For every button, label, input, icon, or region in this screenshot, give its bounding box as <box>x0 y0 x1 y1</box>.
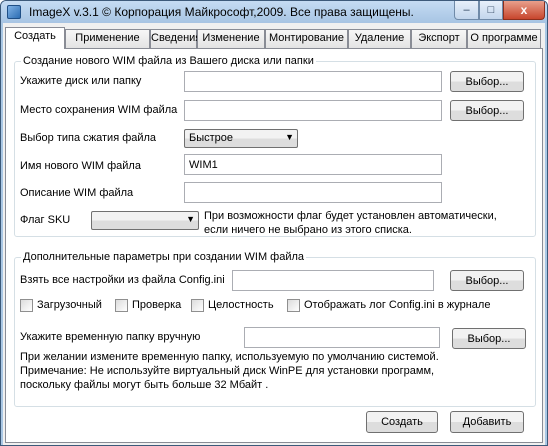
title-bar[interactable]: ImageX v.3.1 © Корпорация Майкрософт,200… <box>1 1 547 23</box>
temp-note-line-3: поскольку файлы могут быть больше 32 Мба… <box>20 379 269 391</box>
compression-value: Быстрое <box>189 132 234 144</box>
verify-checkbox-label: Проверка <box>132 299 182 311</box>
close-button[interactable]: x <box>503 1 545 20</box>
temp-folder-label: Укажите временную папку вручную <box>20 331 201 343</box>
tab-export[interactable]: Экспорт <box>411 29 467 48</box>
chevron-down-icon: ▼ <box>186 214 195 224</box>
wim-description-label: Описание WIM файла <box>20 187 134 199</box>
tab-apply[interactable]: Применение <box>65 29 150 48</box>
compression-label: Выбор типа сжатия файла <box>20 132 157 144</box>
tab-delete[interactable]: Удаление <box>348 29 411 48</box>
temp-note-line-1: При желании измените временную папку, ис… <box>20 351 439 363</box>
destination-path-input[interactable] <box>184 100 442 121</box>
temp-folder-input[interactable] <box>244 327 440 348</box>
checkbox-box <box>115 299 128 312</box>
integrity-checkbox[interactable]: Целостность <box>191 299 283 313</box>
integrity-checkbox-label: Целостность <box>208 299 274 311</box>
sku-flag-label: Флаг SKU <box>20 214 71 226</box>
tab-create[interactable]: Создать <box>5 27 65 49</box>
minimize-button[interactable]: – <box>454 1 479 20</box>
bootable-checkbox[interactable]: Загрузочный <box>20 299 115 313</box>
sku-flag-select[interactable]: ▼ <box>91 211 199 230</box>
chevron-down-icon: ▼ <box>285 132 294 142</box>
show-config-log-checkbox-label: Отображать лог Config.ini в журнале <box>304 299 491 311</box>
wim-description-input[interactable] <box>184 182 442 203</box>
tab-about[interactable]: О программе <box>467 29 541 48</box>
tab-info[interactable]: Сведения <box>150 29 201 48</box>
source-path-input[interactable] <box>184 71 442 92</box>
tab-modify[interactable]: Изменение <box>197 29 265 48</box>
checkbox-box <box>20 299 33 312</box>
close-icon: x <box>520 3 528 17</box>
verify-checkbox[interactable]: Проверка <box>115 299 187 313</box>
source-browse-button[interactable]: Выбор... <box>450 71 524 92</box>
temp-folder-browse-button[interactable]: Выбор... <box>452 328 526 349</box>
destination-browse-button[interactable]: Выбор... <box>450 100 524 121</box>
add-button[interactable]: Добавить <box>450 411 524 433</box>
window-title: ImageX v.3.1 © Корпорация Майкрософт,200… <box>29 5 414 19</box>
config-ini-label: Взять все настройки из файла Config.ini <box>20 274 225 286</box>
config-ini-input[interactable] <box>232 270 434 291</box>
app-icon <box>7 5 21 19</box>
maximize-button[interactable]: □ <box>479 1 503 20</box>
destination-label: Место сохранения WIM файла <box>20 104 178 116</box>
source-label: Укажите диск или папку <box>20 75 142 87</box>
bootable-checkbox-label: Загрузочный <box>37 299 102 311</box>
extra-options-group-title: Дополнительные параметры при создании WI… <box>21 251 307 263</box>
tab-strip: Создать Применение Сведения Изменение Мо… <box>3 27 545 49</box>
client-area: Создать Применение Сведения Изменение Мо… <box>3 23 545 445</box>
show-config-log-checkbox[interactable]: Отображать лог Config.ini в журнале <box>287 299 497 313</box>
minimize-icon: – <box>463 4 470 16</box>
compression-select[interactable]: Быстрое ▼ <box>184 129 298 148</box>
temp-note-line-2: Примечание: Не используйте виртуальный д… <box>20 365 435 377</box>
create-tab-panel: Создание нового WIM файла из Вашего диск… <box>5 48 543 443</box>
checkbox-box <box>191 299 204 312</box>
config-ini-browse-button[interactable]: Выбор... <box>450 270 524 291</box>
checkbox-box <box>287 299 300 312</box>
imagex-window: ImageX v.3.1 © Корпорация Майкрософт,200… <box>0 0 548 446</box>
wim-name-input[interactable] <box>184 154 442 175</box>
sku-note-line-1: При возможности флаг будет установлен ав… <box>204 210 497 222</box>
tab-mount[interactable]: Монтирование <box>265 29 348 48</box>
maximize-icon: □ <box>487 4 495 16</box>
create-button[interactable]: Создать <box>366 411 438 433</box>
create-group-title: Создание нового WIM файла из Вашего диск… <box>21 55 316 67</box>
wim-name-label: Имя нового WIM файла <box>20 160 141 172</box>
sku-note-line-2: если ничего не выбрано из этого списка. <box>204 224 412 236</box>
